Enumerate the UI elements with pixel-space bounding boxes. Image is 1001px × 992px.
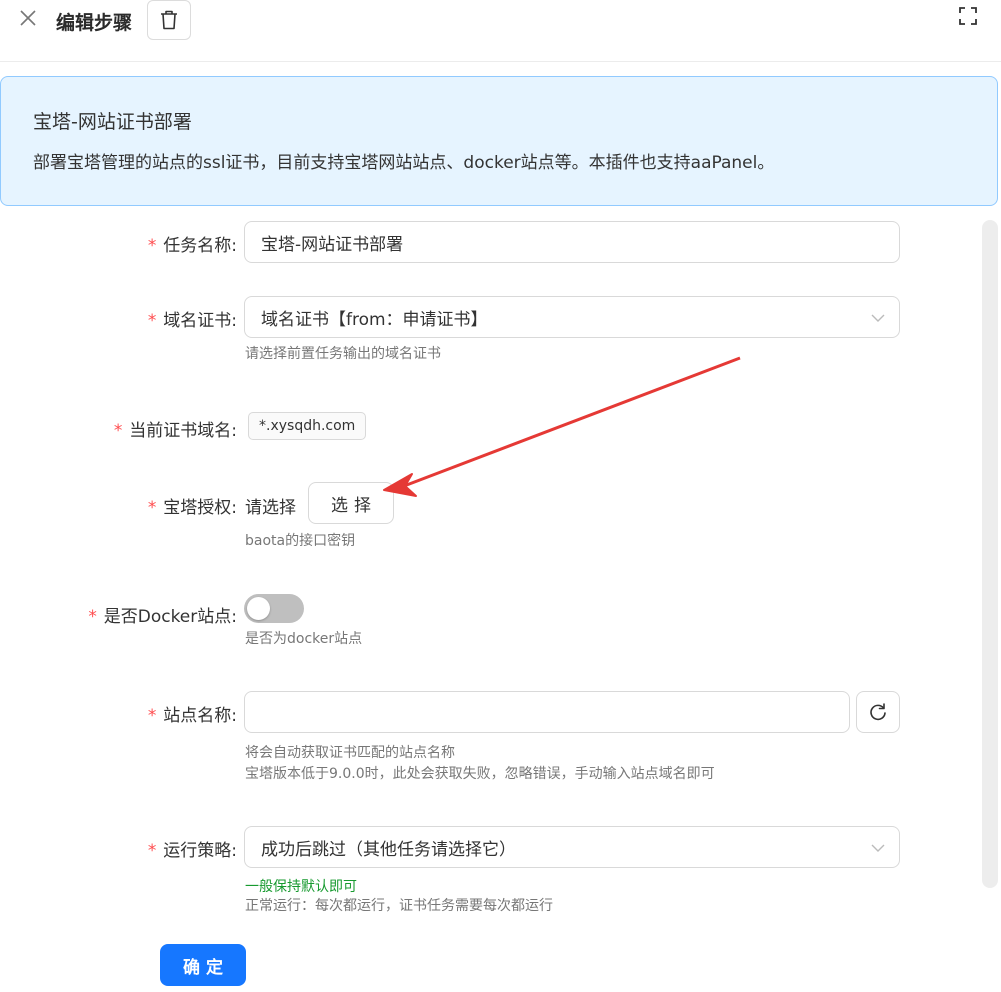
site-name-hint-2: 宝塔版本低于9.0.0时，此处会获取失败，忽略错误，手动输入站点域名即可 (245, 766, 715, 782)
close-icon (20, 10, 36, 26)
delete-button[interactable] (147, 0, 191, 40)
refresh-sites-button[interactable] (856, 691, 900, 733)
strategy-select[interactable]: 成功后跳过（其他任务请选择它） (244, 826, 900, 868)
strategy-label: * 运行策略: (147, 841, 237, 861)
plugin-info-alert: 宝塔-网站证书部署 部署宝塔管理的站点的ssl证书，目前支持宝塔网站站点、doc… (0, 76, 998, 206)
toggle-knob (247, 597, 270, 620)
task-name-value: 宝塔-网站证书部署 (261, 234, 404, 255)
required-mark: * (147, 498, 158, 518)
confirm-button[interactable]: 确定 (160, 944, 246, 986)
required-mark: * (147, 841, 158, 861)
close-button[interactable] (16, 6, 40, 30)
domain-cert-label: * 域名证书: (147, 311, 237, 331)
choose-access-button[interactable]: 选择 (308, 482, 394, 524)
required-mark: * (147, 236, 158, 256)
alert-title: 宝塔-网站证书部署 (33, 111, 192, 133)
baota-auth-placeholder: 请选择 (245, 498, 296, 518)
baota-auth-hint: baota的接口密钥 (245, 533, 356, 549)
scrollbar[interactable] (982, 220, 998, 888)
required-mark: * (147, 311, 158, 331)
required-mark: * (147, 706, 158, 726)
refresh-icon (870, 703, 886, 721)
strategy-hint: 正常运行：每次都运行，证书任务需要每次都运行 (245, 898, 553, 914)
trash-icon (161, 10, 177, 30)
required-mark: * (113, 421, 124, 441)
strategy-value: 成功后跳过（其他任务请选择它） (261, 839, 516, 860)
domain-cert-hint: 请选择前置任务输出的域名证书 (245, 346, 441, 362)
alert-description: 部署宝塔管理的站点的ssl证书，目前支持宝塔网站站点、docker站点等。本插件… (33, 153, 775, 173)
domain-cert-select[interactable]: 域名证书【from：申请证书】 (244, 296, 900, 338)
drawer-title: 编辑步骤 (56, 12, 133, 34)
chevron-down-icon (871, 844, 885, 852)
domain-cert-value: 域名证书【from：申请证书】 (261, 309, 488, 330)
strategy-hint-green: 一般保持默认即可 (245, 879, 357, 895)
site-name-label: * 站点名称: (147, 706, 237, 726)
current-domain-label: * 当前证书域名: (113, 421, 237, 441)
fullscreen-button[interactable] (956, 4, 980, 28)
docker-site-hint: 是否为docker站点 (245, 631, 363, 647)
task-name-input[interactable]: 宝塔-网站证书部署 (244, 221, 900, 263)
drawer-header: 编辑步骤 (0, 0, 1001, 62)
required-mark: * (87, 607, 98, 627)
docker-site-toggle[interactable] (244, 594, 304, 623)
task-name-label: * 任务名称: (147, 236, 237, 256)
site-name-input[interactable] (244, 691, 850, 733)
domain-tag: *.xysqdh.com (248, 412, 367, 440)
site-name-hint-1: 将会自动获取证书匹配的站点名称 (245, 745, 455, 761)
fullscreen-icon (959, 7, 977, 25)
docker-site-label: * 是否Docker站点: (87, 607, 237, 627)
chevron-down-icon (871, 314, 885, 322)
baota-auth-label: * 宝塔授权: (147, 498, 237, 518)
edit-step-drawer: 编辑步骤 宝塔-网站证书部署 部署宝塔管理的站点的ssl证书，目前支持宝塔网站站… (0, 0, 1001, 992)
